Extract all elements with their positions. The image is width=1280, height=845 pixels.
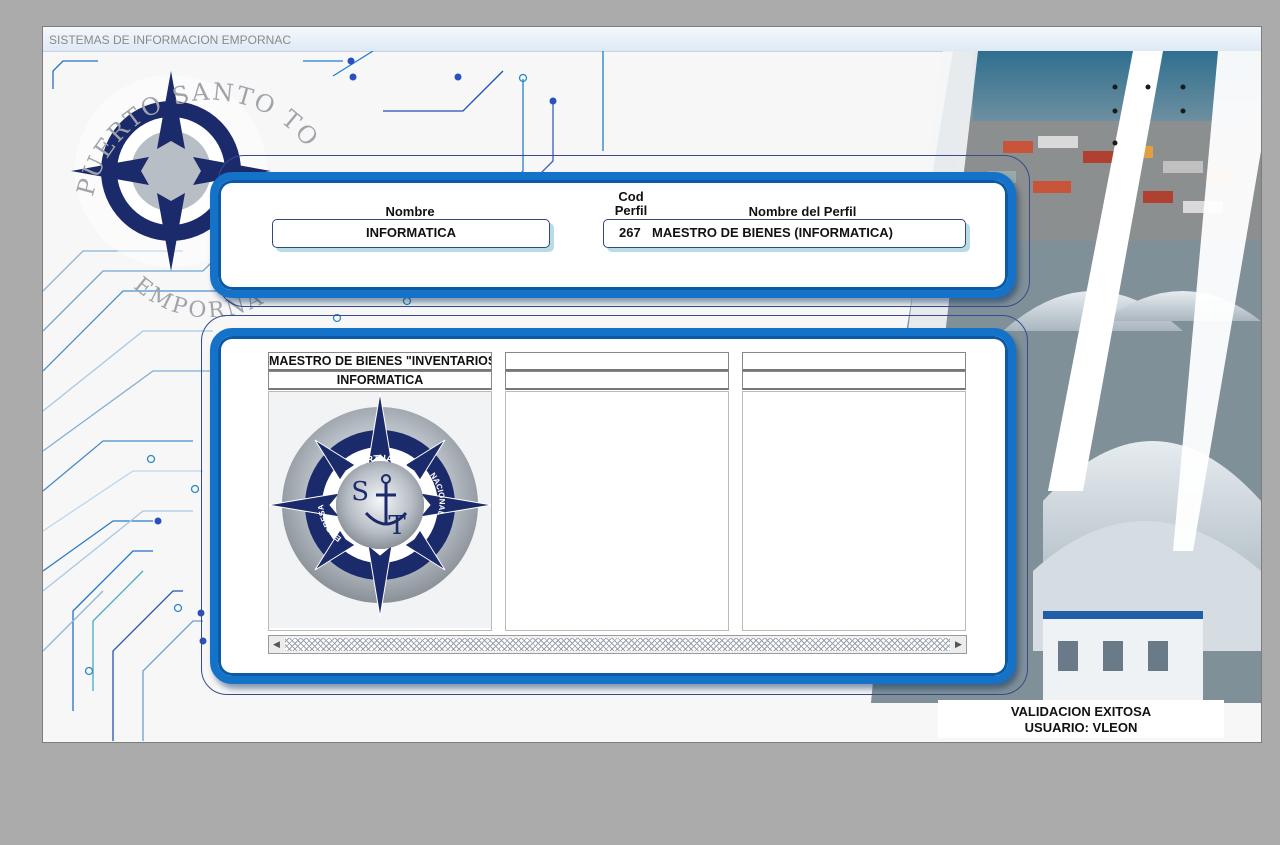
- module-1-image[interactable]: S T PORTUARIA EMPRESA NACIONAL: [267, 391, 493, 631]
- module-card-2[interactable]: [505, 352, 729, 631]
- module-card-3[interactable]: [742, 352, 966, 631]
- empornac-logo-icon: S T PORTUARIA EMPRESA NACIONAL: [267, 392, 493, 628]
- perfil-label: Nombre del Perfil: [748, 204, 857, 219]
- status-box: VALIDACION EXITOSA USUARIO: VLEON: [938, 700, 1224, 738]
- module-2-image[interactable]: [505, 391, 729, 631]
- cod-perfil-label: Cod Perfil: [610, 190, 652, 218]
- module-card-1[interactable]: MAESTRO DE BIENES "INVENTARIOS" INFORMAT…: [267, 352, 493, 631]
- module-2-title[interactable]: [505, 352, 729, 371]
- perfil-field[interactable]: 267 MAESTRO DE BIENES (INFORMATICA): [603, 219, 966, 248]
- modules-horizontal-scrollbar[interactable]: ◀ ▶: [268, 635, 967, 654]
- status-line-1: VALIDACION EXITOSA: [1010, 704, 1152, 719]
- nombre-field[interactable]: INFORMATICA: [272, 219, 550, 248]
- scrollbar-track[interactable]: [285, 638, 950, 651]
- cod-label-line2: Perfil: [614, 203, 648, 218]
- nombre-value: INFORMATICA: [365, 225, 457, 240]
- module-2-subtitle[interactable]: [505, 371, 729, 390]
- nombre-label: Nombre: [385, 204, 435, 219]
- cod-perfil-value: 267: [619, 225, 641, 240]
- logo-monogram-t: T: [388, 511, 406, 541]
- logo-monogram-s: S: [351, 477, 369, 507]
- perfil-name-value: MAESTRO DE BIENES (INFORMATICA): [652, 225, 893, 240]
- module-3-subtitle[interactable]: [742, 371, 966, 390]
- scroll-left-arrow-icon[interactable]: ◀: [269, 636, 284, 653]
- module-1-title[interactable]: MAESTRO DE BIENES "INVENTARIOS": [268, 352, 492, 371]
- status-line-2: USUARIO: VLEON: [1024, 720, 1138, 735]
- scroll-right-arrow-icon[interactable]: ▶: [951, 636, 966, 653]
- title-bar: SISTEMAS DE INFORMACION EMPORNAC: [43, 27, 1261, 52]
- module-3-title[interactable]: [742, 352, 966, 371]
- module-3-image[interactable]: [742, 391, 966, 631]
- cod-label-line1: Cod: [618, 189, 644, 204]
- module-1-subtitle[interactable]: INFORMATICA: [268, 371, 492, 390]
- window-title: SISTEMAS DE INFORMACION EMPORNAC: [49, 33, 292, 47]
